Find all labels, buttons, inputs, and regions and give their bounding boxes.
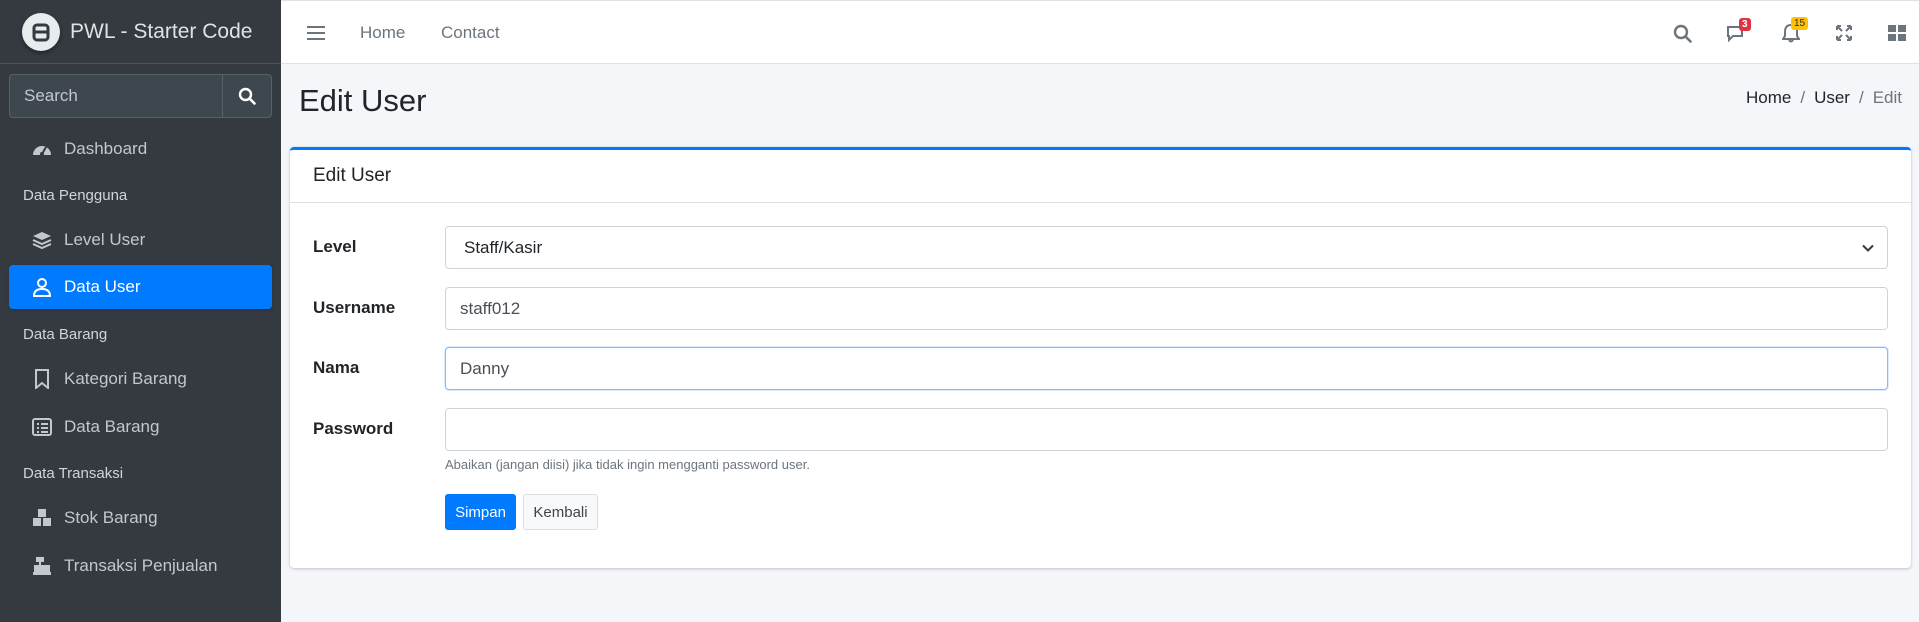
brand-link[interactable]: PWL - Starter Code bbox=[0, 0, 281, 64]
list-icon bbox=[30, 415, 54, 439]
cash-register-icon bbox=[30, 554, 54, 578]
sidebar-header-data-barang: Data Barang bbox=[23, 326, 108, 343]
messages-badge: 3 bbox=[1739, 18, 1751, 31]
nama-label: Nama bbox=[313, 358, 360, 377]
level-select-value: Staff/Kasir bbox=[464, 237, 543, 257]
sidebar-item-label: Transaksi Penjualan bbox=[64, 556, 218, 575]
sidebar-item-kategori-barang[interactable]: Kategori Barang bbox=[9, 357, 272, 401]
notifications-badge: 15 bbox=[1791, 17, 1809, 30]
breadcrumb-current: Edit bbox=[1872, 88, 1902, 107]
password-input[interactable] bbox=[445, 408, 1888, 451]
menu-toggle-icon[interactable] bbox=[304, 21, 328, 45]
breadcrumb-separator: / bbox=[1800, 88, 1806, 107]
brand-title: PWL - Starter Code bbox=[70, 19, 253, 43]
user-icon bbox=[30, 275, 54, 299]
breadcrumb-user[interactable]: User bbox=[1814, 88, 1850, 108]
dashboard-icon bbox=[30, 137, 54, 161]
password-help-text: Abaikan (jangan diisi) jika tidak ingin … bbox=[445, 457, 810, 472]
sidebar-item-stok-barang[interactable]: Stok Barang bbox=[9, 496, 272, 540]
sidebar-item-label: Kategori Barang bbox=[64, 369, 187, 388]
card-title: Edit User bbox=[290, 150, 1911, 203]
sidebar: PWL - Starter Code Search Dashboard Data… bbox=[0, 0, 281, 622]
sidebar-header-data-pengguna: Data Pengguna bbox=[23, 187, 128, 204]
sidebar-item-level-user[interactable]: Level User bbox=[9, 218, 272, 262]
nav-link-contact[interactable]: Contact bbox=[441, 23, 500, 43]
sidebar-search-button[interactable] bbox=[222, 74, 272, 118]
fullscreen-icon[interactable] bbox=[1832, 21, 1856, 45]
breadcrumb: Home / User / Edit bbox=[1746, 88, 1902, 108]
breadcrumb-separator: / bbox=[1858, 88, 1864, 107]
edit-user-card: Edit User Level Staff/Kasir Username sta… bbox=[290, 147, 1911, 568]
back-button[interactable]: Kembali bbox=[523, 494, 598, 530]
messages-icon[interactable]: 3 bbox=[1724, 18, 1751, 45]
sidebar-header-data-transaksi: Data Transaksi bbox=[23, 465, 124, 482]
sidebar-item-data-user[interactable]: Data User bbox=[9, 265, 272, 309]
sidebar-item-label: Dashboard bbox=[64, 139, 148, 158]
bookmark-icon bbox=[30, 367, 54, 391]
page-title: Edit User bbox=[299, 83, 427, 118]
sidebar-search-input[interactable]: Search bbox=[9, 74, 222, 118]
level-select[interactable]: Staff/Kasir bbox=[445, 226, 1888, 269]
sidebar-item-label: Level User bbox=[64, 230, 146, 249]
sidebar-search: Search bbox=[9, 74, 272, 118]
sidebar-item-label: Data Barang bbox=[64, 417, 160, 436]
chevron-down-icon bbox=[1861, 240, 1875, 260]
username-input[interactable]: staff012 bbox=[445, 287, 1888, 330]
control-sidebar-icon[interactable] bbox=[1885, 21, 1909, 45]
notifications-icon[interactable]: 15 bbox=[1779, 17, 1809, 45]
sidebar-item-dashboard[interactable]: Dashboard bbox=[9, 127, 272, 171]
cubes-icon bbox=[30, 506, 54, 530]
sidebar-item-data-barang[interactable]: Data Barang bbox=[9, 405, 272, 449]
save-button[interactable]: Simpan bbox=[445, 494, 516, 530]
navbar-search-icon[interactable] bbox=[1670, 21, 1694, 45]
brand-logo-icon bbox=[22, 12, 60, 51]
username-label: Username bbox=[313, 298, 396, 317]
password-label: Password bbox=[313, 419, 394, 438]
nav-link-home[interactable]: Home bbox=[360, 23, 405, 43]
nama-input[interactable]: Danny bbox=[445, 347, 1888, 390]
sidebar-item-label: Stok Barang bbox=[64, 508, 158, 527]
sidebar-item-label: Data User bbox=[64, 277, 141, 296]
level-label: Level bbox=[313, 237, 357, 256]
breadcrumb-home[interactable]: Home bbox=[1746, 88, 1791, 108]
top-navbar: Home Contact 3 15 bbox=[281, 0, 1919, 64]
sidebar-item-transaksi-penjualan[interactable]: Transaksi Penjualan bbox=[9, 544, 272, 588]
search-icon bbox=[238, 87, 256, 105]
layers-icon bbox=[30, 228, 54, 252]
